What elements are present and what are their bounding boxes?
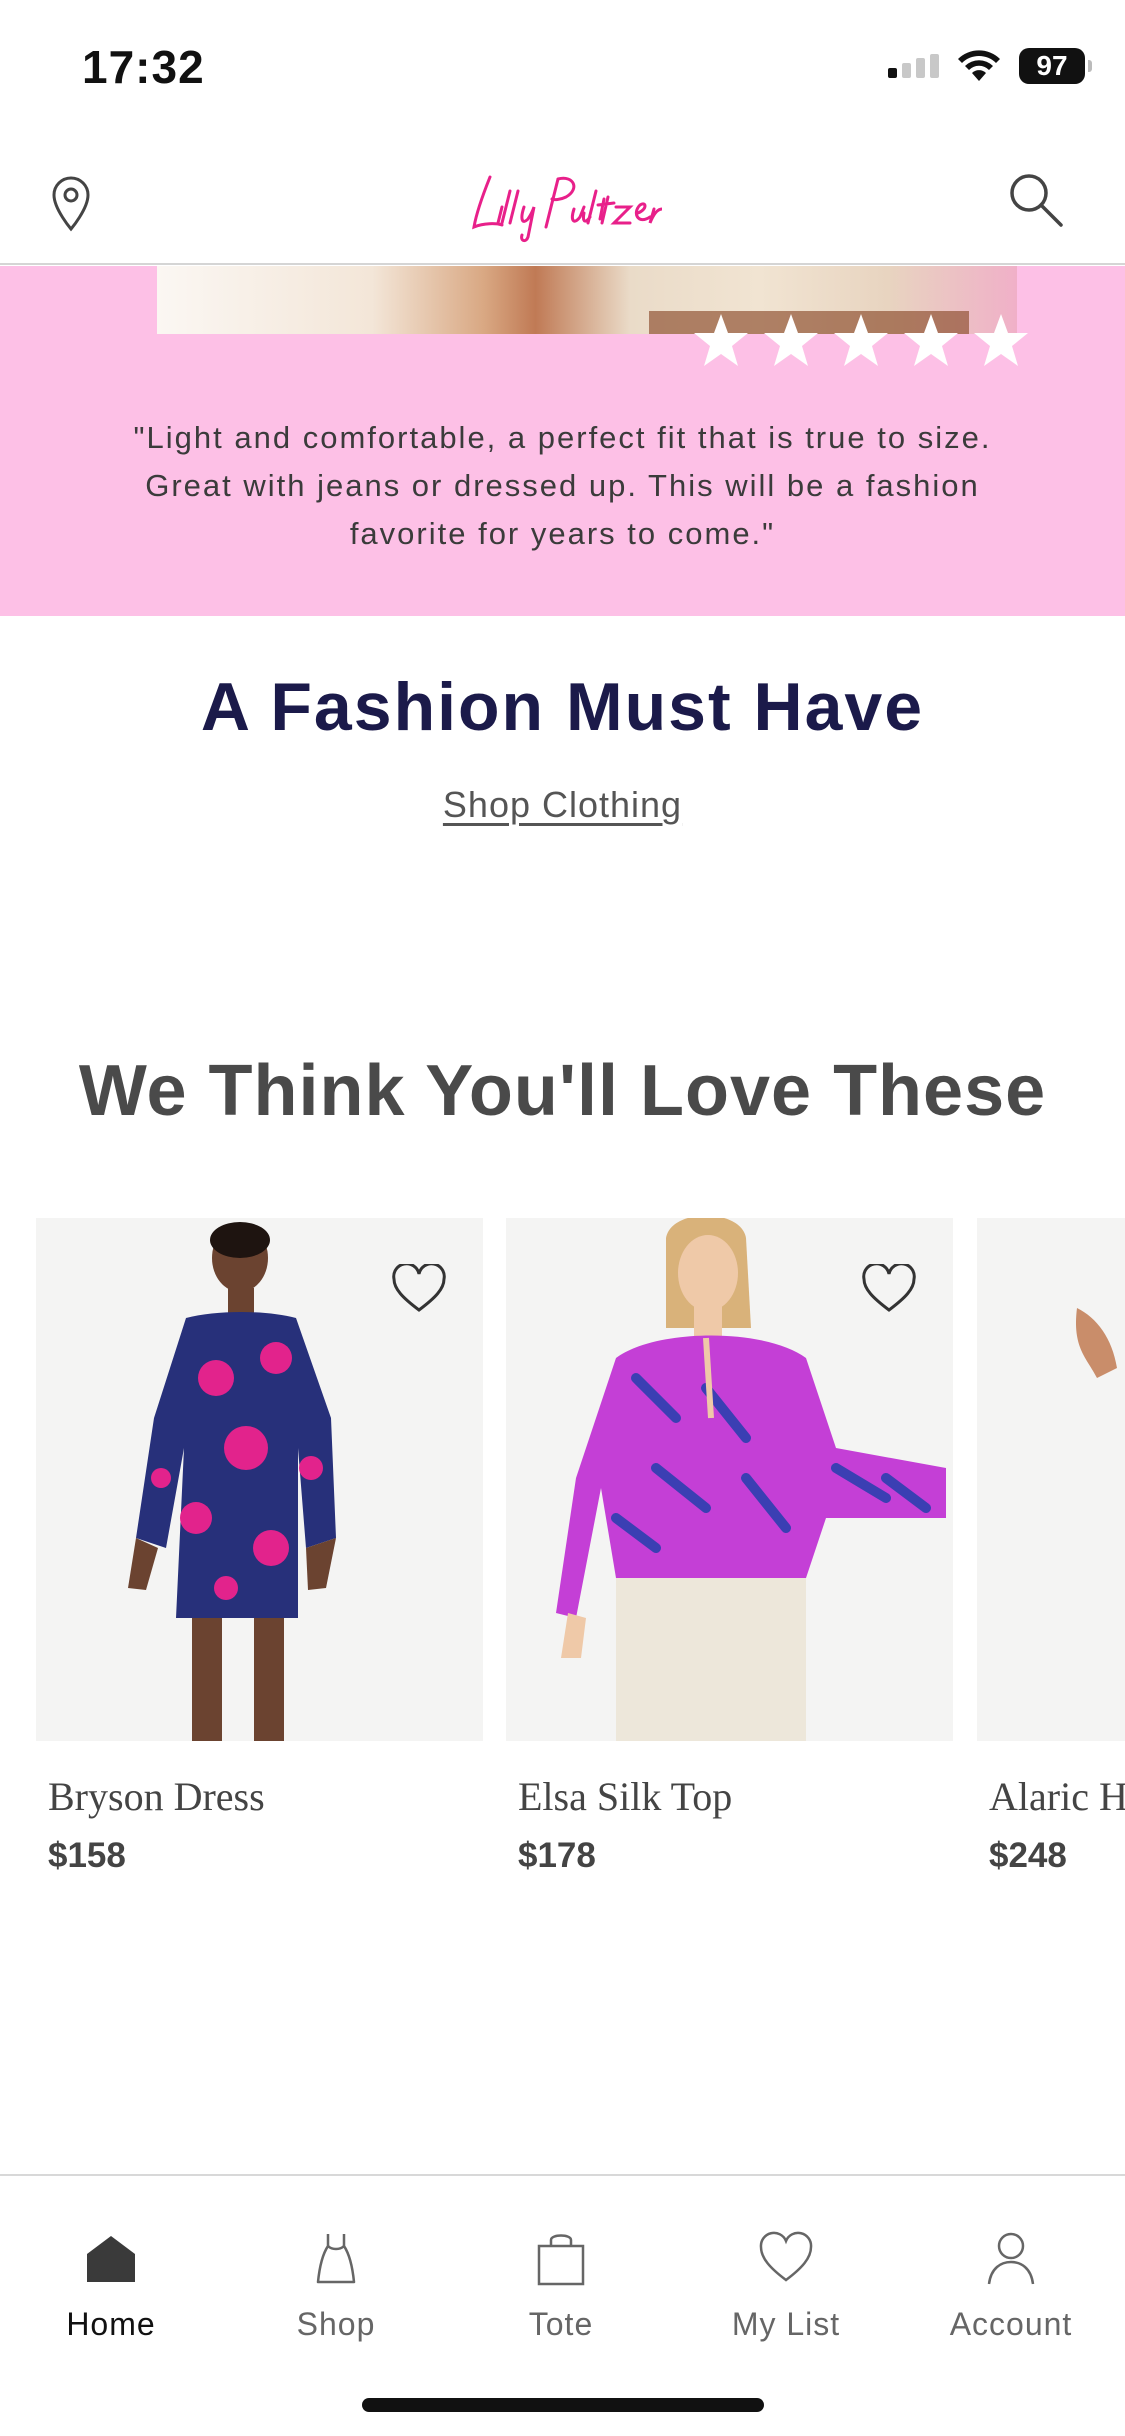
tab-home[interactable]: Home [11, 2228, 211, 2343]
product-image[interactable] [506, 1218, 953, 1741]
search-icon[interactable] [1003, 167, 1067, 231]
review-quote: "Light and comfortable, a perfect fit th… [133, 420, 992, 551]
page: 17:32 97 "Light and comfortable, a perfe… [0, 0, 1125, 2436]
heart-icon[interactable] [391, 1264, 447, 1314]
model-photo [977, 1218, 1125, 1741]
battery-icon: 97 [1019, 48, 1092, 84]
product-image[interactable] [977, 1218, 1125, 1741]
status-bar: 17:32 97 [0, 0, 1125, 135]
heart-icon[interactable] [861, 1264, 917, 1314]
star-icon [834, 314, 888, 366]
tab-my-list[interactable]: My List [686, 2228, 886, 2343]
product-card[interactable]: Bryson Dress $158 [36, 1218, 483, 1876]
tab-account[interactable]: Account [911, 2228, 1111, 2343]
star-icon [764, 314, 818, 366]
battery-level: 97 [1036, 50, 1068, 81]
product-card[interactable]: Elsa Silk Top $178 [506, 1218, 953, 1876]
top-nav [0, 135, 1125, 265]
product-name[interactable]: Elsa Silk Top [518, 1773, 953, 1820]
dress-icon [316, 2234, 356, 2284]
tab-label: Tote [528, 2306, 594, 2342]
recommendations-title: We Think You'll Love These [78, 1051, 1047, 1131]
location-pin-icon[interactable] [46, 173, 96, 233]
star-icon [694, 314, 748, 366]
brand-logo[interactable] [462, 157, 662, 247]
star-rating [692, 312, 1030, 370]
cellular-signal-icon [888, 54, 939, 78]
product-price: $158 [48, 1836, 126, 1875]
shop-clothing-link[interactable]: Shop Clothing [0, 784, 1125, 826]
tab-label: Shop [296, 2306, 376, 2342]
tab-label: My List [731, 2306, 841, 2342]
product-carousel[interactable]: Bryson Dress $158 Elsa Silk Top $178 Ala… [0, 1218, 1125, 1898]
review-banner: "Light and comfortable, a perfect fit th… [0, 266, 1125, 616]
tab-bar: Home Shop Tote My List Account [0, 2174, 1125, 2436]
tab-shop[interactable]: Shop [236, 2228, 436, 2343]
wifi-icon [958, 50, 1000, 81]
section-title: A Fashion Must Have [200, 669, 925, 745]
product-price: $178 [518, 1836, 596, 1875]
tab-label: Home [66, 2306, 156, 2342]
home-icon [87, 2236, 135, 2282]
product-image[interactable] [36, 1218, 483, 1741]
star-icon [974, 314, 1028, 366]
status-icons: 97 [888, 48, 1092, 84]
product-name[interactable]: Bryson Dress [48, 1773, 483, 1820]
home-indicator[interactable] [362, 2398, 764, 2412]
product-price: $248 [989, 1836, 1067, 1875]
tab-tote[interactable]: Tote [461, 2228, 661, 2343]
bag-icon [537, 2234, 585, 2286]
tab-label: Account [949, 2306, 1073, 2342]
person-icon [987, 2232, 1035, 2285]
heart-icon [759, 2231, 813, 2282]
product-card[interactable]: Alaric H $248 [977, 1218, 1125, 1876]
product-name[interactable]: Alaric H [989, 1773, 1125, 1820]
star-icon [904, 314, 958, 366]
status-time: 17:32 [82, 41, 205, 93]
